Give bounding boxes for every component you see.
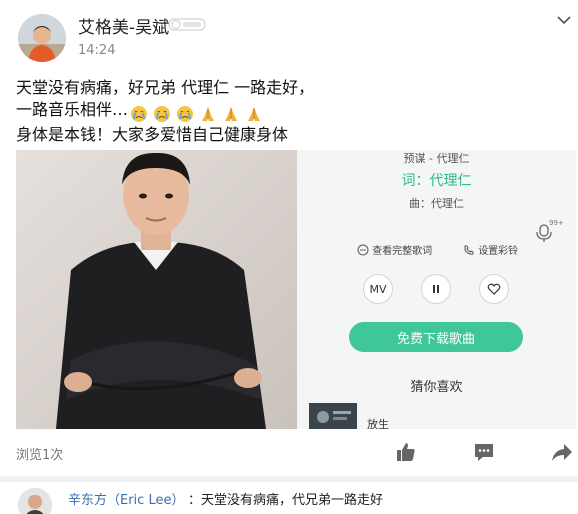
download-song-button[interactable]: 免费下载歌曲 [349,322,523,352]
crying-face-icon [177,105,194,122]
view-count: 浏览1次 [16,448,64,463]
post-content: 天堂没有病痛，好兄弟 代理仁 一路走好， 一路音乐相伴… 身体是本钱！大家多爱惜… [16,77,556,146]
view-lyrics-label: 查看完整歌词 [372,246,433,257]
chevron-down-icon[interactable] [556,14,572,26]
mv-button[interactable]: MV [363,274,393,304]
recommend-thumbnail[interactable] [309,403,357,429]
comment-text: ：天堂没有病痛，代兄弟一路走好 [188,493,384,508]
comment-icon[interactable] [472,440,496,464]
view-lyrics-link[interactable]: 查看完整歌词 [357,242,432,257]
mv-label: MV [369,282,387,296]
member-badge-icon [168,18,206,31]
lyrics-icon [357,244,369,256]
set-ringtone-label: 设置彩铃 [478,246,519,257]
favorite-button[interactable] [479,274,509,304]
phone-icon [464,245,474,255]
share-icon[interactable] [550,440,574,464]
song-composer-line: 曲：代理仁 [409,197,464,210]
commenter-name[interactable]: 辛东方（Eric Lee） [68,489,184,508]
set-ringtone-link[interactable]: 设置彩铃 [463,242,518,257]
comment-item: 辛东方（Eric Lee） ：天堂没有病痛，代兄弟一路走好 [0,482,578,514]
post-photo-portrait[interactable] [16,150,297,429]
song-lyricist-line: 词：代理仁 [401,173,472,189]
crying-face-icon [154,105,171,122]
recommend-title: 猜你喜欢 [410,380,463,395]
post-line-2: 一路音乐相伴… [16,99,556,124]
pause-button[interactable] [421,274,451,304]
post-line-3: 身体是本钱！大家多爱惜自己健康身体 [16,125,289,144]
praying-hands-icon [225,106,238,121]
post-action-bar: 浏览1次 [0,430,578,476]
post-line-2-text: 一路音乐相伴… [16,100,129,119]
post-line-1: 天堂没有病痛，好兄弟 代理仁 一路走好， [16,78,315,97]
download-label: 免费下载歌曲 [396,331,475,347]
song-title-line: 预谋 - 代理仁 [403,152,470,165]
emoji-row [130,102,263,124]
mic-count-badge: 99+ [549,219,564,227]
heart-icon [487,283,501,295]
post-header: 艾格美-吴斌 14:24 [0,0,578,70]
author-avatar[interactable] [18,14,66,62]
author-name[interactable]: 艾格美-吴斌 [78,13,169,38]
post-time: 14:24 [78,43,116,58]
praying-hands-icon [248,106,261,121]
crying-face-icon [131,105,148,122]
recommend-song-name[interactable]: 放生 [367,416,389,429]
post-photo-music-card[interactable]: 预谋 - 代理仁 词：代理仁 曲：代理仁 99+ 查看完整歌词 设置彩铃 MV … [297,150,576,429]
like-icon[interactable] [394,440,418,464]
pause-icon [433,285,439,293]
commenter-avatar[interactable] [18,488,52,514]
praying-hands-icon [202,106,215,121]
song-links-row: 查看完整歌词 设置彩铃 [297,242,576,262]
